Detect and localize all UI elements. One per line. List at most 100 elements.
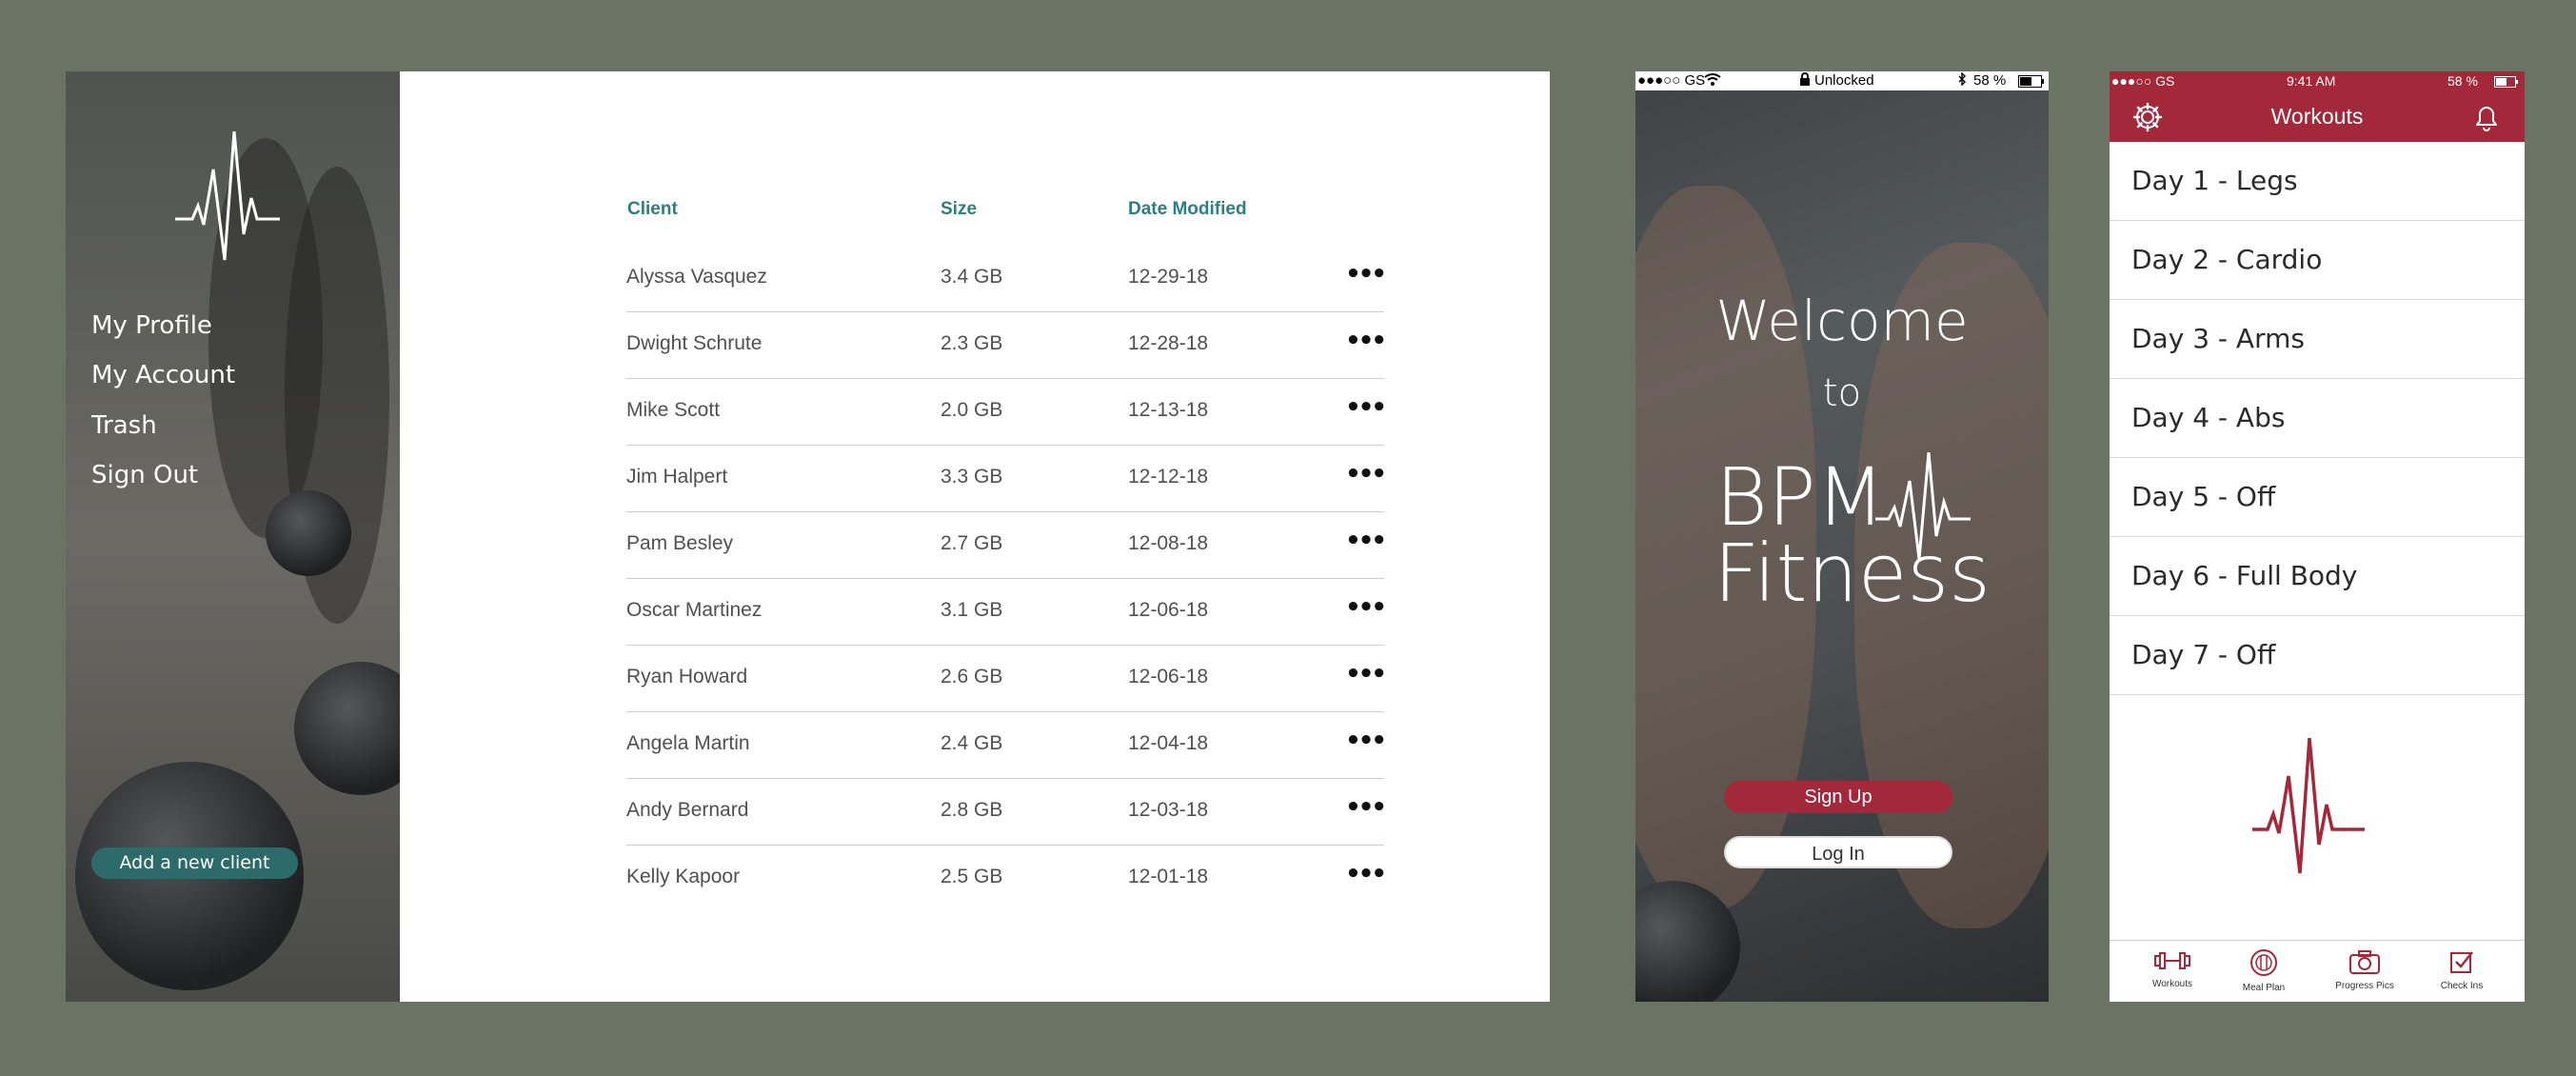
table-row[interactable]: Dwight Schrute 2.3 GB 12-28-18 ••• [626, 311, 1387, 379]
cell-size: 2.6 GB [941, 666, 1003, 687]
cell-size: 3.4 GB [941, 266, 1003, 288]
cell-client: Alyssa Vasquez [626, 266, 767, 288]
workout-day-label: Day 4 - Abs [2131, 402, 2286, 433]
tab-check-ins[interactable]: Check Ins [2414, 948, 2509, 991]
heartbeat-logo-icon [2252, 738, 2365, 874]
more-options-icon[interactable]: ••• [1345, 593, 1387, 622]
table-row[interactable]: Alyssa Vasquez 3.4 GB 12-29-18 ••• [626, 245, 1387, 312]
workout-day-item[interactable]: Day 6 - Full Body [2110, 537, 2525, 616]
cell-date: 12-12-18 [1128, 466, 1209, 488]
cell-date: 12-06-18 [1128, 666, 1209, 687]
tab-meal-plan[interactable]: Meal Plan [2216, 948, 2311, 993]
nav-my-account[interactable]: My Account [91, 361, 235, 389]
bell-icon[interactable] [2471, 102, 2502, 132]
cell-client: Andy Bernard [626, 799, 749, 821]
column-header-date-modified[interactable]: Date Modified [1128, 199, 1247, 220]
workout-day-item[interactable]: Day 1 - Legs [2110, 142, 2525, 221]
tab-workouts[interactable]: Workouts [2125, 948, 2220, 989]
column-header-client[interactable]: Client [627, 199, 678, 220]
workout-day-item[interactable]: Day 7 - Off [2110, 616, 2525, 695]
cell-size: 2.0 GB [941, 399, 1003, 421]
more-options-icon[interactable]: ••• [1345, 327, 1387, 355]
table-row[interactable]: Ryan Howard 2.6 GB 12-06-18 ••• [626, 645, 1387, 712]
workout-day-label: Day 7 - Off [2131, 639, 2276, 670]
clock-text: 9:41 AM [2287, 73, 2336, 89]
carrier-text: ●●●○○ GS [1637, 72, 1706, 89]
cell-date: 12-13-18 [1128, 399, 1209, 421]
more-options-icon[interactable]: ••• [1345, 393, 1387, 422]
table-row[interactable]: Pam Besley 2.7 GB 12-08-18 ••• [626, 511, 1387, 579]
table-row[interactable]: Angela Martin 2.4 GB 12-04-18 ••• [626, 711, 1387, 779]
cell-client: Mike Scott [626, 399, 721, 421]
add-client-button[interactable]: Add a new client [91, 847, 298, 879]
cell-date: 12-03-18 [1128, 799, 1209, 821]
workout-day-item[interactable]: Day 4 - Abs [2110, 379, 2525, 458]
workout-day-label: Day 6 - Full Body [2131, 560, 2358, 591]
workout-day-label: Day 5 - Off [2131, 481, 2276, 512]
column-header-size[interactable]: Size [941, 199, 977, 220]
more-options-icon[interactable]: ••• [1345, 860, 1387, 888]
cell-size: 2.3 GB [941, 332, 1003, 354]
dumbbell-icon [2154, 952, 2190, 969]
cell-size: 2.4 GB [941, 732, 1003, 754]
status-bar: ●●●○○ GS Unlocked 58 % [1635, 71, 2049, 90]
tab-label: Workouts [2151, 979, 2193, 989]
client-dashboard: My Profile My Account Trash Sign Out Add… [66, 71, 1550, 1002]
dashboard-sidebar: My Profile My Account Trash Sign Out Add… [66, 71, 400, 1002]
sign-up-button[interactable]: Sign Up [1724, 781, 1952, 813]
table-row[interactable]: Kelly Kapoor 2.5 GB 12-01-18 ••• [626, 845, 1387, 911]
cell-date: 12-06-18 [1128, 599, 1209, 621]
table-row[interactable]: Mike Scott 2.0 GB 12-13-18 ••• [626, 378, 1387, 446]
tab-bar: Workouts Meal Plan Progress Pics Check I… [2110, 940, 2525, 1002]
table-row[interactable]: Oscar Martinez 3.1 GB 12-06-18 ••• [626, 578, 1387, 646]
page-title: Workouts [2270, 104, 2364, 129]
nav-my-profile[interactable]: My Profile [91, 311, 212, 340]
cell-size: 2.8 GB [941, 799, 1003, 821]
cell-date: 12-04-18 [1128, 732, 1209, 754]
table-row[interactable]: Jim Halpert 3.3 GB 12-12-18 ••• [626, 445, 1387, 512]
wifi-icon [1704, 72, 1721, 90]
cell-client: Oscar Martinez [626, 599, 763, 621]
cell-client: Pam Besley [626, 532, 734, 554]
log-in-button[interactable]: Log In [1724, 836, 1952, 868]
nav-sign-out[interactable]: Sign Out [91, 461, 198, 489]
photo-ball [294, 662, 400, 795]
cell-client: Dwight Schrute [626, 332, 763, 354]
status-bar: ●●●○○ GS 9:41 AM 58 % [2110, 71, 2525, 90]
nav-trash[interactable]: Trash [91, 411, 157, 440]
cell-size: 3.1 GB [941, 599, 1003, 621]
more-options-icon[interactable]: ••• [1345, 260, 1387, 289]
workout-day-item[interactable]: Day 5 - Off [2110, 458, 2525, 537]
workout-day-item[interactable]: Day 3 - Arms [2110, 300, 2525, 379]
workout-day-item[interactable]: Day 2 - Cardio [2110, 221, 2525, 300]
workout-day-label: Day 3 - Arms [2131, 323, 2305, 354]
battery-icon [2494, 75, 2519, 90]
more-options-icon[interactable]: ••• [1345, 660, 1387, 688]
more-options-icon[interactable]: ••• [1345, 460, 1387, 488]
checkbox-icon [2450, 951, 2473, 973]
carrier-text: ●●●○○ GS [2111, 73, 2175, 89]
cell-date: 12-28-18 [1128, 332, 1209, 354]
table-row[interactable]: Andy Bernard 2.8 GB 12-03-18 ••• [626, 778, 1387, 846]
workout-day-label: Day 1 - Legs [2131, 165, 2298, 196]
cell-size: 2.7 GB [941, 532, 1003, 554]
app-header: Workouts [2110, 90, 2525, 142]
camera-icon [2349, 950, 2380, 974]
lock-icon [1799, 72, 1811, 90]
workouts-screen: ●●●○○ GS 9:41 AM 58 % Workouts Day 1 - L… [2110, 71, 2525, 1002]
lock-status-text: Unlocked [1814, 72, 1874, 89]
cell-date: 12-08-18 [1128, 532, 1209, 554]
brand-fitness-text: Fitness [1714, 527, 1991, 620]
more-options-icon[interactable]: ••• [1345, 793, 1387, 822]
cell-date: 12-29-18 [1128, 266, 1209, 288]
plate-icon [2250, 949, 2277, 976]
tab-label: Check Ins [2440, 981, 2484, 991]
more-options-icon[interactable]: ••• [1345, 727, 1387, 755]
tab-progress-pics[interactable]: Progress Pics [2317, 948, 2412, 991]
cell-date: 12-01-18 [1128, 866, 1209, 887]
heartbeat-logo-icon [175, 131, 280, 261]
bluetooth-icon [1957, 71, 1967, 90]
cell-size: 2.5 GB [941, 866, 1003, 887]
photo-ball [266, 490, 351, 576]
more-options-icon[interactable]: ••• [1345, 527, 1387, 555]
